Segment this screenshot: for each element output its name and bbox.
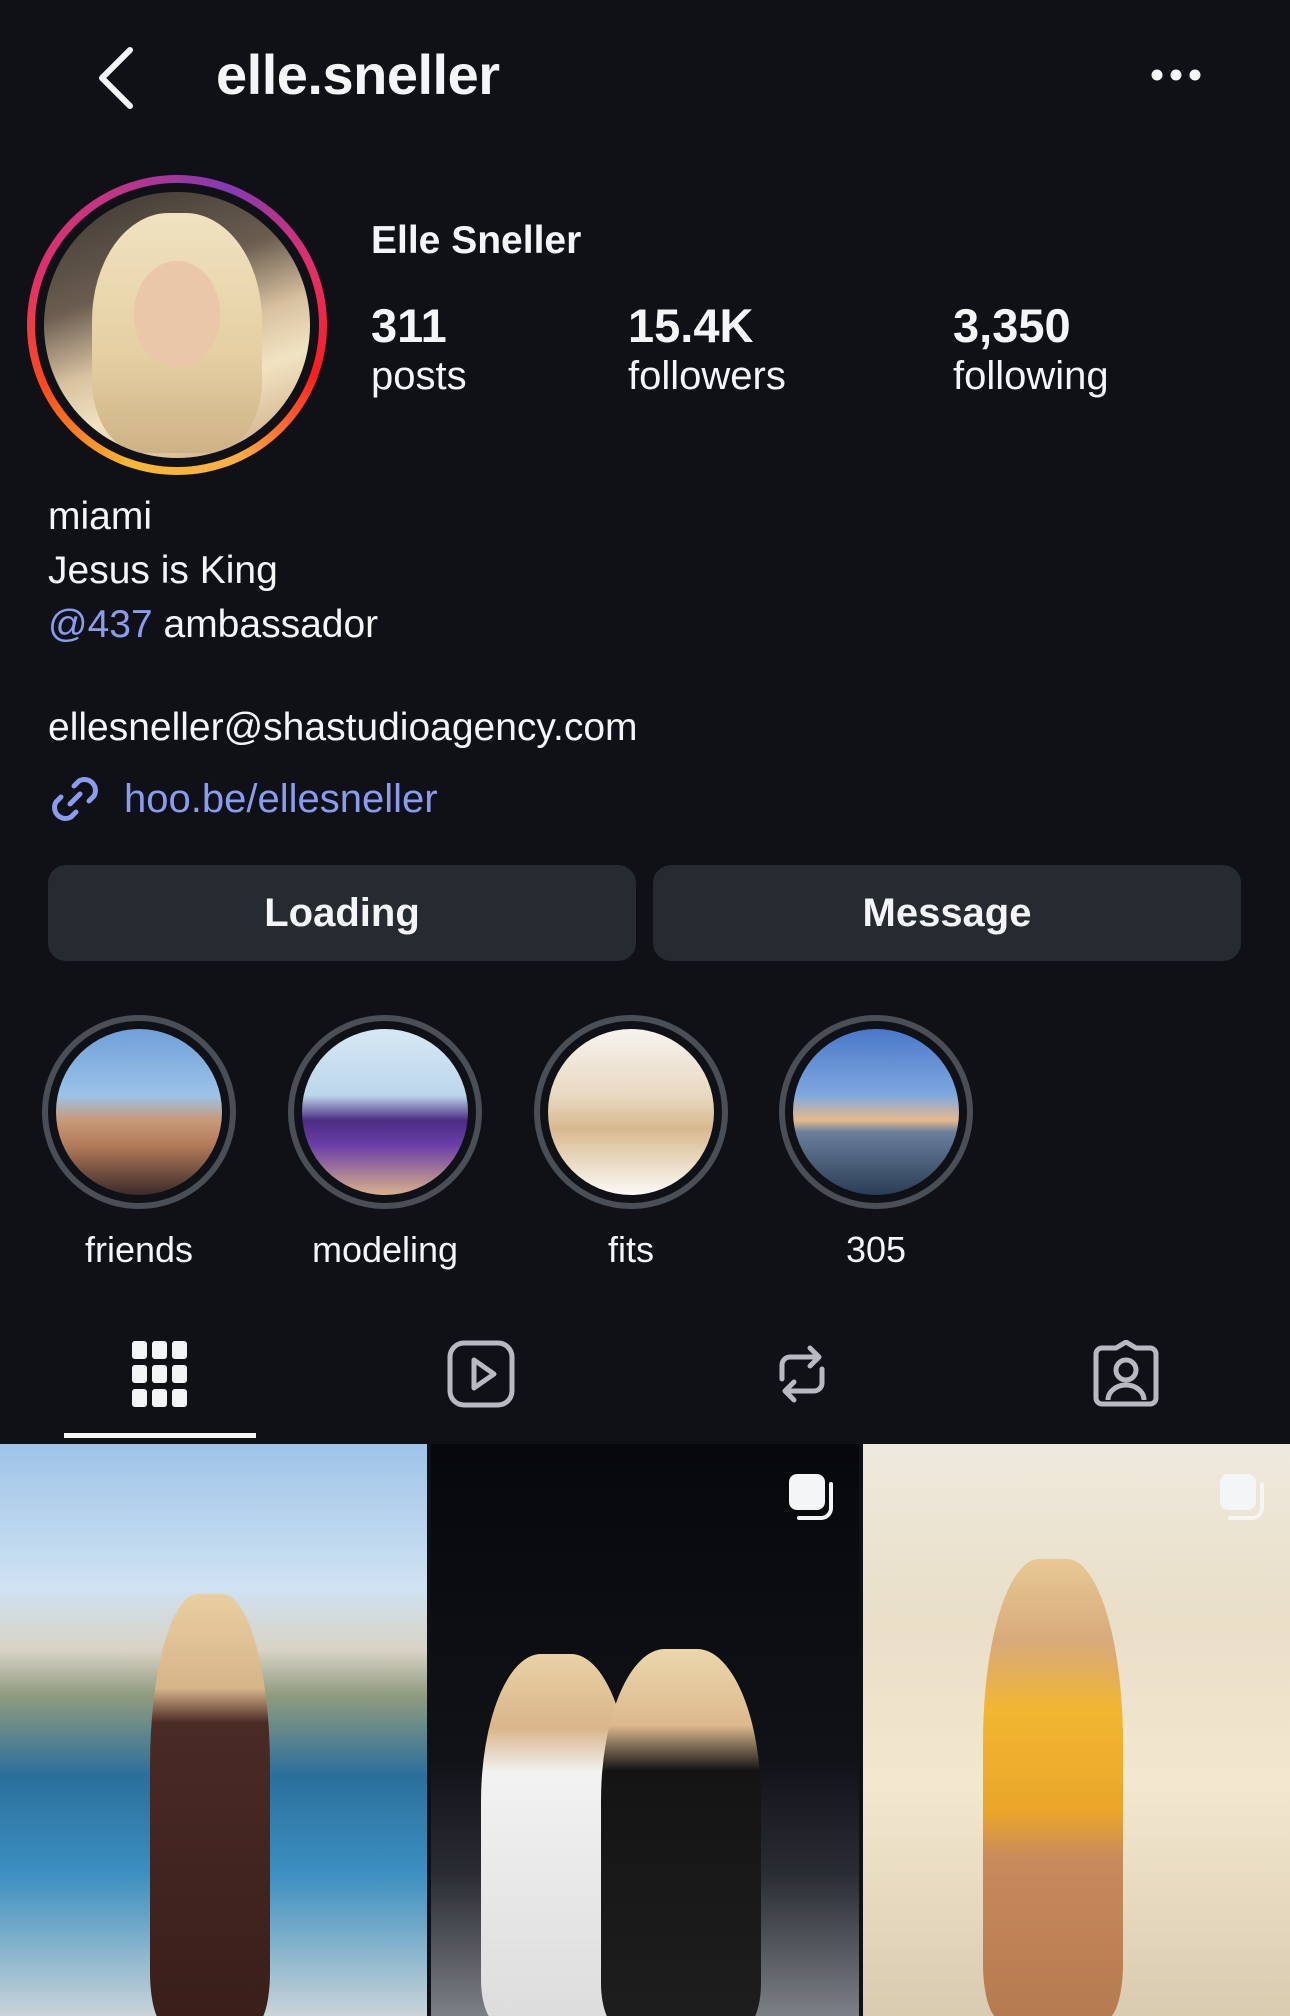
- display-name: Elle Sneller: [371, 219, 582, 262]
- highlight-label: modeling: [311, 1229, 459, 1270]
- stat-label: followers: [628, 353, 786, 398]
- highlight-305[interactable]: 305: [779, 1015, 973, 1271]
- highlight-label: 305: [845, 1229, 907, 1270]
- stat-label: posts: [371, 353, 467, 398]
- highlight-fits[interactable]: fits: [534, 1015, 728, 1271]
- post-figure: [150, 1594, 270, 2016]
- post-figure: [601, 1649, 761, 2016]
- profile-avatar[interactable]: [27, 175, 327, 475]
- carousel-icon: [789, 1474, 833, 1520]
- highlight-cover: [56, 1029, 222, 1195]
- carousel-icon: [1220, 1474, 1264, 1520]
- profile-link[interactable]: hoo.be/ellesneller: [48, 772, 438, 826]
- more-dots-icon: [1151, 69, 1201, 81]
- bio-line: Jesus is King: [48, 549, 278, 592]
- more-options-button[interactable]: [1140, 50, 1212, 100]
- tab-reposts[interactable]: [706, 1330, 898, 1418]
- highlight-cover: [548, 1029, 714, 1195]
- tab-posts-grid[interactable]: [64, 1330, 256, 1418]
- stat-value: 3,350: [953, 299, 1071, 352]
- posts-count-stat[interactable]: 311 posts: [371, 300, 467, 400]
- chevron-left-icon: [99, 47, 133, 109]
- following-count-stat[interactable]: 3,350 following: [953, 300, 1109, 400]
- bio-mention-suffix: ambassador: [152, 603, 379, 646]
- tab-reels[interactable]: [385, 1330, 577, 1418]
- post-figure: [983, 1559, 1123, 2016]
- reposts-icon: [779, 1345, 825, 1403]
- followers-count-stat[interactable]: 15.4K followers: [628, 300, 786, 400]
- profile-bio: miami Jesus is King @437 ambassador: [48, 490, 378, 652]
- tagged-icon: [1093, 1340, 1159, 1407]
- follow-loading-button[interactable]: Loading: [48, 865, 636, 961]
- profile-email: ellesneller@shastudioagency.com: [48, 706, 638, 749]
- link-icon: [52, 777, 98, 821]
- tab-tagged[interactable]: [1030, 1330, 1222, 1418]
- stat-label: following: [953, 353, 1109, 398]
- grid-post[interactable]: [863, 1444, 1290, 2016]
- grid-post[interactable]: [431, 1444, 859, 2016]
- grid-icon: [132, 1341, 187, 1407]
- message-button[interactable]: Message: [653, 865, 1241, 961]
- highlight-modeling[interactable]: modeling: [288, 1015, 482, 1271]
- grid-post[interactable]: [0, 1444, 427, 2016]
- bio-mention-link[interactable]: @437: [48, 603, 153, 646]
- highlight-cover: [302, 1029, 468, 1195]
- highlight-friends[interactable]: friends: [42, 1015, 236, 1271]
- active-tab-indicator: [64, 1433, 256, 1438]
- reels-icon: [447, 1340, 515, 1408]
- stat-value: 311: [371, 299, 447, 352]
- highlight-label: fits: [607, 1229, 654, 1270]
- highlight-label: friends: [84, 1229, 194, 1270]
- link-text: hoo.be/ellesneller: [124, 776, 438, 821]
- avatar-photo: [44, 192, 310, 458]
- stat-value: 15.4K: [628, 299, 754, 352]
- bio-line: miami: [48, 495, 152, 538]
- header-username: elle.sneller: [216, 43, 500, 106]
- bio-mention-line: @437 ambassador: [48, 598, 378, 652]
- highlight-cover: [793, 1029, 959, 1195]
- back-button[interactable]: [86, 38, 146, 118]
